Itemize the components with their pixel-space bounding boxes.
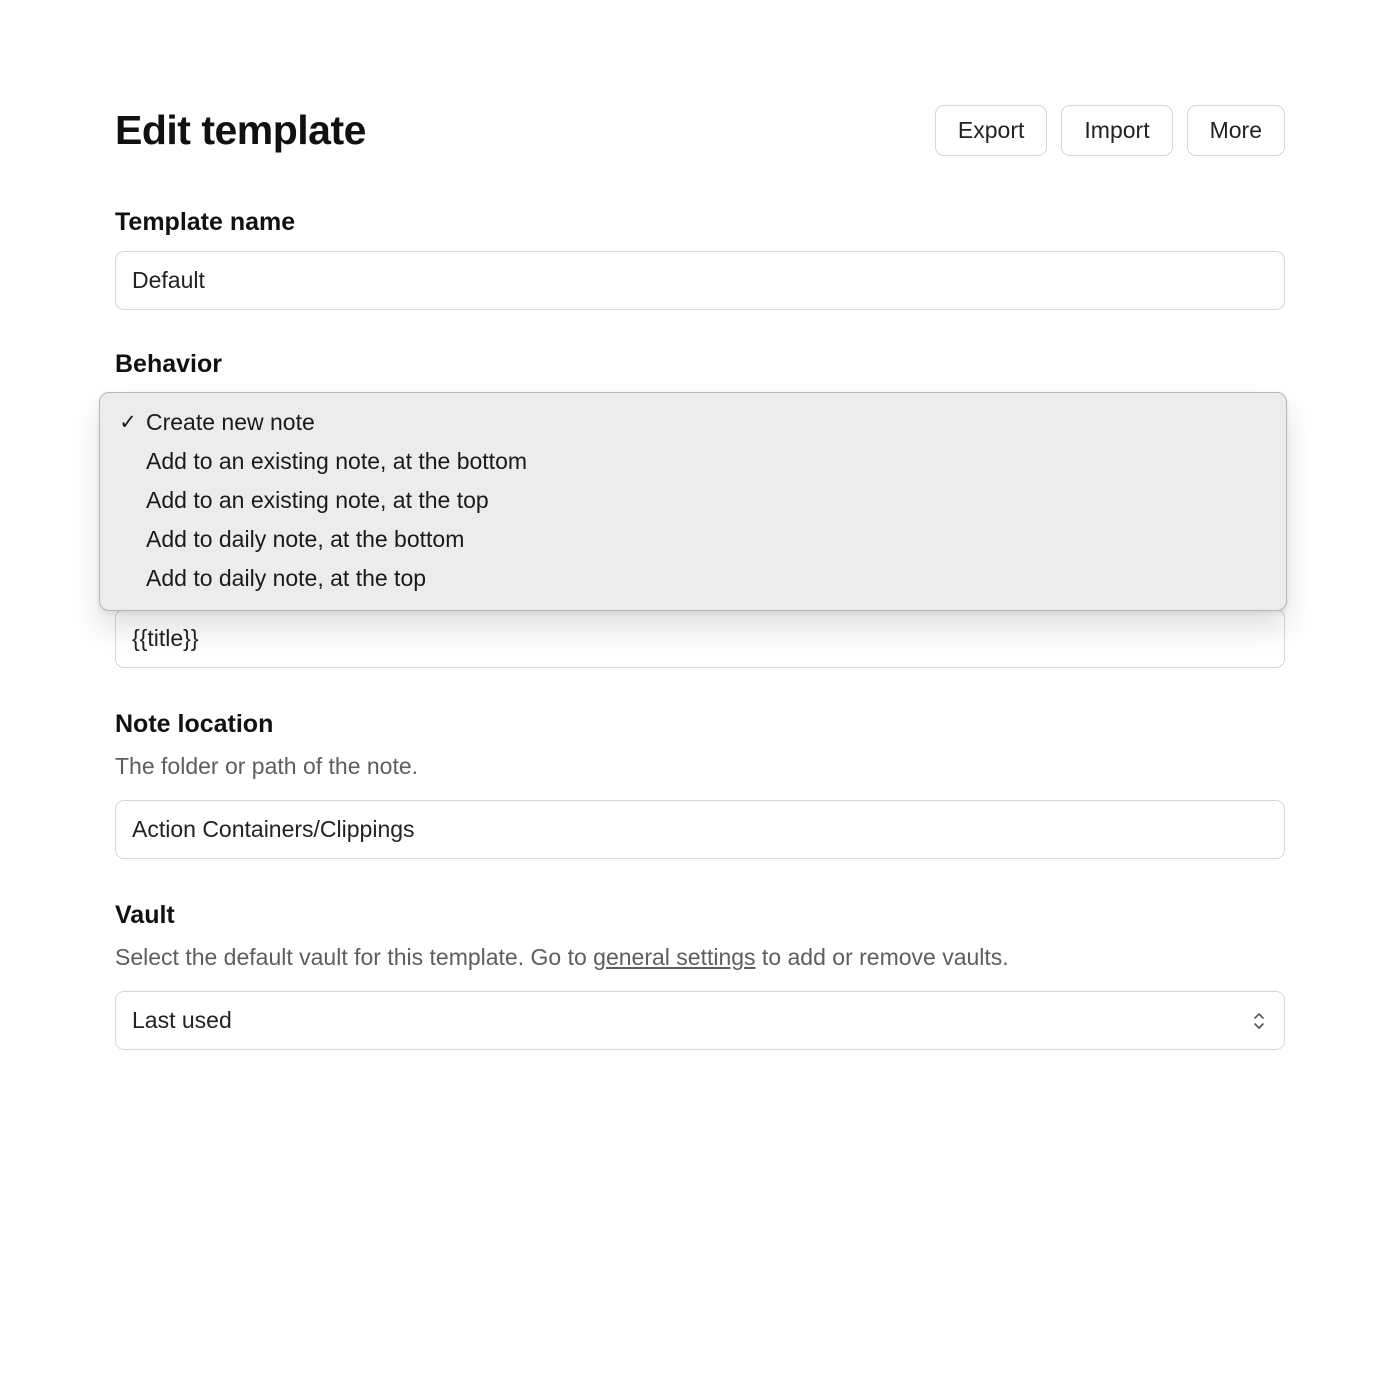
page-title: Edit template [115, 107, 366, 154]
export-button[interactable]: Export [935, 105, 1047, 156]
behavior-option-3[interactable]: Add to daily note, at the bottom [100, 520, 1286, 559]
vault-helper-pre: Select the default vault for this templa… [115, 944, 593, 970]
vault-label: Vault [115, 901, 1285, 930]
behavior-option-label: Add to an existing note, at the top [146, 487, 489, 514]
behavior-section: Behavior ✓ Create new note Add to an exi… [115, 350, 1285, 453]
header-row: Edit template Export Import More [115, 105, 1285, 156]
vault-select[interactable]: Last used [115, 991, 1285, 1050]
vault-helper-post: to add or remove vaults. [756, 944, 1009, 970]
note-location-input[interactable] [115, 800, 1285, 859]
more-button[interactable]: More [1187, 105, 1285, 156]
check-icon: ✓ [118, 410, 138, 435]
behavior-label: Behavior [115, 350, 1285, 379]
behavior-option-0[interactable]: ✓ Create new note [100, 403, 1286, 442]
chevron-up-down-icon [1250, 1010, 1268, 1032]
behavior-option-1[interactable]: Add to an existing note, at the bottom [100, 442, 1286, 481]
header-buttons: Export Import More [935, 105, 1285, 156]
behavior-option-label: Add to an existing note, at the bottom [146, 448, 527, 475]
behavior-option-label: Add to daily note, at the top [146, 565, 426, 592]
note-location-label: Note location [115, 710, 1285, 739]
behavior-option-label: Add to daily note, at the bottom [146, 526, 464, 553]
behavior-option-4[interactable]: Add to daily note, at the top [100, 559, 1286, 598]
behavior-option-2[interactable]: Add to an existing note, at the top [100, 481, 1286, 520]
vault-section: Vault Select the default vault for this … [115, 901, 1285, 1050]
note-location-section: Note location The folder or path of the … [115, 710, 1285, 859]
template-name-input[interactable] [115, 251, 1285, 310]
template-name-section: Template name [115, 208, 1285, 310]
import-button[interactable]: Import [1061, 105, 1172, 156]
template-name-label: Template name [115, 208, 1285, 237]
behavior-dropdown[interactable]: ✓ Create new note Add to an existing not… [99, 392, 1287, 611]
general-settings-link[interactable]: general settings [593, 944, 755, 970]
note-name-input[interactable] [115, 609, 1285, 668]
behavior-option-label: Create new note [146, 409, 315, 436]
note-name-section [115, 609, 1285, 668]
note-location-helper: The folder or path of the note. [115, 751, 1285, 782]
vault-selected-value: Last used [132, 1007, 232, 1034]
vault-helper: Select the default vault for this templa… [115, 942, 1285, 973]
